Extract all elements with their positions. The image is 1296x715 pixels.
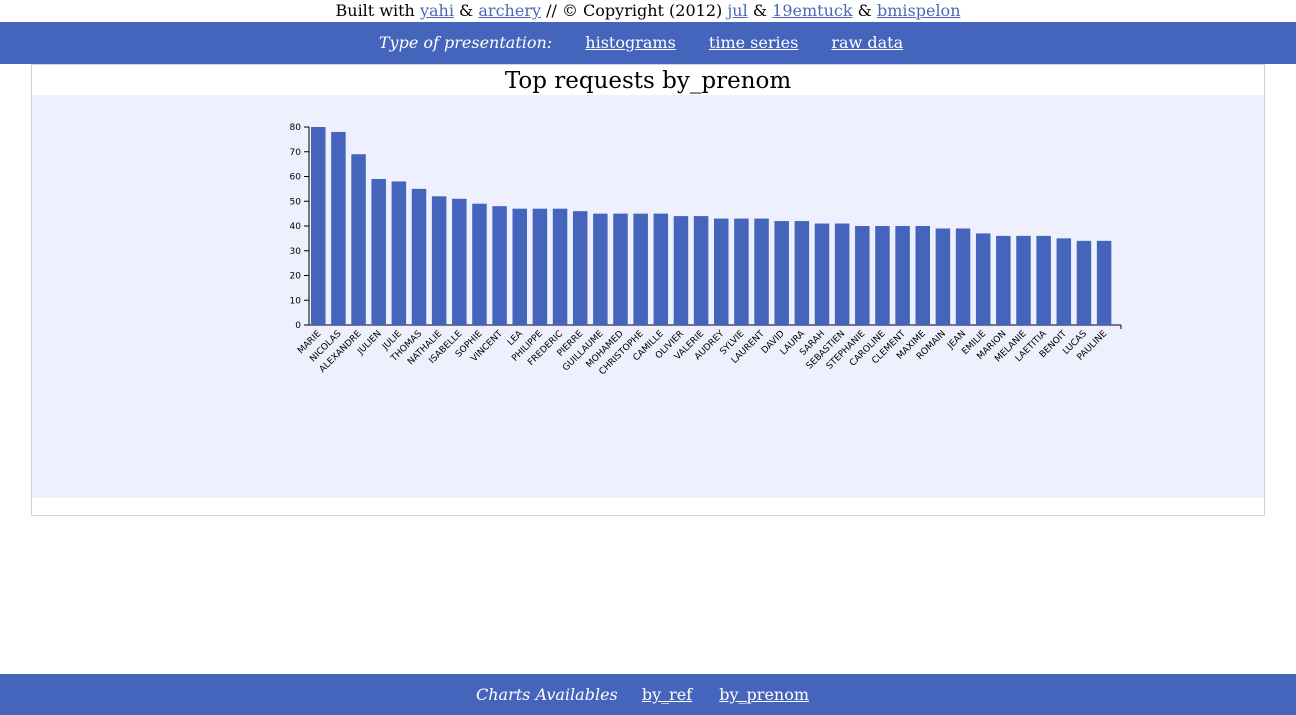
bar[interactable] — [411, 188, 427, 325]
bar[interactable] — [1036, 235, 1051, 325]
nav-raw-data-link[interactable]: raw data — [831, 33, 903, 52]
19emtuck-link[interactable]: 19emtuck — [772, 1, 852, 20]
bar[interactable] — [1056, 238, 1072, 325]
y-tick-label: 80 — [290, 123, 302, 133]
bar[interactable] — [935, 228, 951, 325]
charts-available-label: Charts Availables — [475, 685, 618, 704]
bar[interactable] — [996, 235, 1011, 325]
bar[interactable] — [875, 226, 890, 325]
y-tick-label: 50 — [290, 197, 302, 207]
bar[interactable] — [1076, 240, 1092, 325]
y-tick-label: 0 — [295, 321, 301, 331]
bar[interactable] — [955, 228, 971, 325]
bar[interactable] — [613, 213, 628, 325]
archery-link[interactable]: archery — [478, 1, 541, 20]
bmispelon-link[interactable]: bmispelon — [877, 1, 961, 20]
bar[interactable] — [552, 208, 568, 325]
chart-by-prenom-link[interactable]: by_prenom — [719, 685, 809, 704]
bar[interactable] — [794, 221, 810, 325]
bar[interactable] — [331, 131, 346, 325]
ampersand-text: & — [459, 1, 474, 20]
bar[interactable] — [572, 211, 588, 325]
charts-footer-bar: Charts Availables by_ref by_prenom — [0, 674, 1296, 715]
chart-by-ref-link[interactable]: by_ref — [642, 685, 692, 704]
bar[interactable] — [452, 198, 467, 325]
bar[interactable] — [714, 218, 729, 325]
chart-panel: Top requests by_prenom 0 10 20 30 40 50 60 70 80… — [31, 64, 1265, 516]
bar[interactable] — [431, 196, 447, 325]
bar[interactable] — [1016, 235, 1031, 325]
bar[interactable] — [593, 213, 608, 325]
y-tick-label: 10 — [290, 296, 302, 306]
yahi-link[interactable]: yahi — [420, 1, 454, 20]
bar[interactable] — [351, 154, 366, 325]
bar[interactable] — [311, 127, 326, 325]
bar[interactable] — [1096, 240, 1112, 325]
top-credits-bar: Built with yahi & archery // © Copyright… — [0, 0, 1296, 22]
bar[interactable] — [814, 223, 830, 325]
chart-area: 0 10 20 30 40 50 60 70 80 MARIE NICOLAS ALEXANDRE JU… — [32, 95, 1264, 498]
bar[interactable] — [633, 213, 648, 325]
bar[interactable] — [734, 218, 749, 325]
bar[interactable] — [492, 206, 507, 325]
bar-chart: 01020304050607080MARIENICOLASALEXANDREJU… — [290, 123, 1122, 377]
bar[interactable] — [774, 221, 789, 325]
bar[interactable] — [754, 218, 769, 325]
bar[interactable] — [472, 203, 487, 325]
bar[interactable] — [693, 216, 709, 325]
ampersand-text: & — [857, 1, 872, 20]
bar[interactable] — [532, 208, 548, 325]
bar[interactable] — [371, 178, 386, 325]
presentation-type-label: Type of presentation: — [378, 33, 553, 52]
nav-histograms-link[interactable]: histograms — [585, 33, 676, 52]
y-tick-label: 60 — [290, 173, 302, 183]
chart-title: Top requests by_prenom — [504, 68, 792, 94]
bar[interactable] — [975, 233, 991, 325]
presentation-nav-bar: Type of presentation: histograms time se… — [0, 22, 1296, 64]
jul-link[interactable]: jul — [727, 1, 747, 20]
y-tick-label: 70 — [290, 148, 302, 158]
copyright-text: // © Copyright (2012) — [546, 1, 723, 20]
built-with-text: Built with — [335, 1, 415, 20]
y-tick-label: 40 — [290, 222, 302, 232]
nav-time-series-link[interactable]: time series — [709, 33, 798, 52]
bar[interactable] — [673, 216, 689, 325]
y-tick-label: 20 — [290, 272, 302, 282]
bar[interactable] — [653, 213, 669, 325]
bar[interactable] — [855, 226, 870, 325]
ampersand-text: & — [752, 1, 768, 20]
bar[interactable] — [834, 223, 850, 325]
bar[interactable] — [915, 226, 931, 325]
bar[interactable] — [895, 226, 910, 325]
bar[interactable] — [391, 181, 407, 325]
y-tick-label: 30 — [290, 247, 302, 257]
bar[interactable] — [512, 208, 528, 325]
